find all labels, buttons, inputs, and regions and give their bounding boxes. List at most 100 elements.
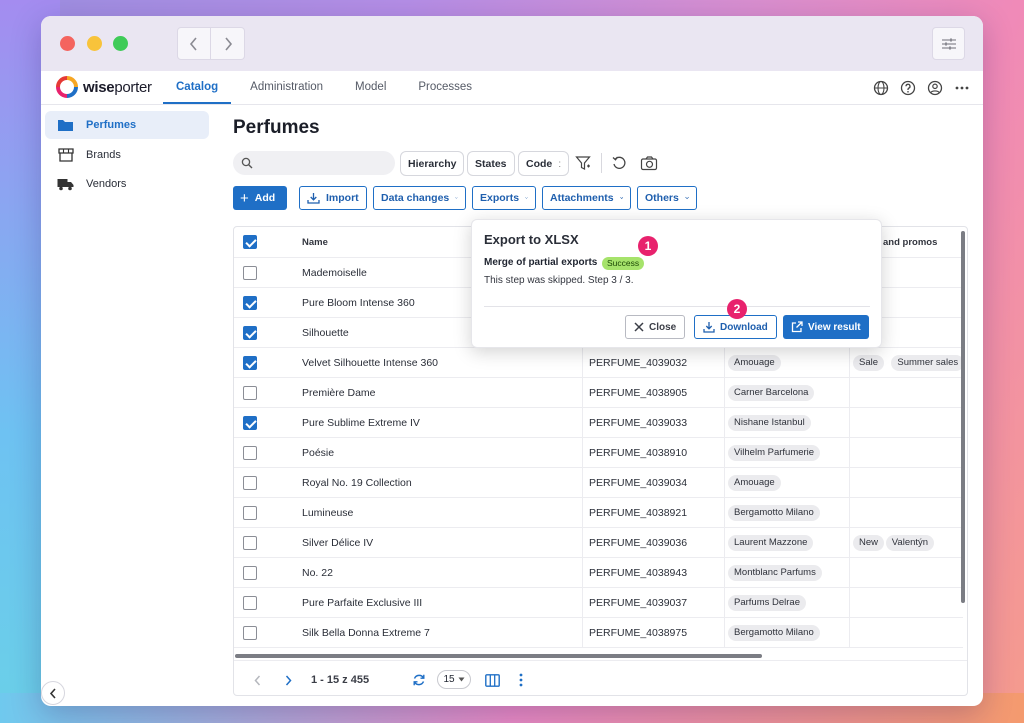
brand-tag[interactable]: Parfums Delrae (728, 595, 806, 611)
page-size-select[interactable]: 15 (437, 670, 471, 689)
help-icon[interactable] (898, 78, 917, 97)
column-divider (724, 348, 725, 378)
tab-processes[interactable]: Processes (405, 71, 485, 104)
promo-tag[interactable]: Summer sales (891, 355, 965, 371)
hierarchy-filter[interactable]: Hierarchy (400, 151, 465, 176)
settings-button[interactable] (932, 27, 965, 60)
cell-name: Silver Délice IV (302, 537, 374, 549)
brand-tag[interactable]: Montblanc Parfums (728, 565, 822, 581)
promo-tag[interactable]: Valentýn (885, 535, 935, 551)
brand-tag[interactable]: Amouage (728, 475, 781, 491)
row-checkbox[interactable] (243, 446, 257, 460)
add-button[interactable]: + Add (233, 186, 287, 210)
row-checkbox[interactable] (243, 326, 257, 340)
tab-catalog[interactable]: Catalog (163, 71, 232, 104)
more-vertical-icon[interactable] (517, 671, 525, 689)
states-label: States (475, 157, 507, 170)
import-button[interactable]: Import (299, 186, 367, 210)
column-header-promos[interactable]: and promos (883, 227, 937, 258)
search-input[interactable] (233, 151, 395, 175)
column-header-name[interactable]: Name (302, 227, 328, 258)
row-checkbox[interactable] (243, 266, 257, 280)
table-row[interactable]: Première Dame PERFUME_4038905 Carner Barce… (234, 378, 963, 408)
globe-icon[interactable] (871, 78, 890, 97)
step-badge-2: 2 (727, 299, 747, 319)
table-row[interactable]: Velvet Silhouette Intense 360 PERFUME_403… (234, 348, 965, 378)
previous-page-button[interactable] (250, 671, 264, 689)
page-size-value: 15 (443, 674, 455, 685)
chevron-left-icon (189, 36, 197, 51)
reset-icon[interactable] (610, 154, 628, 172)
horizontal-scrollbar[interactable] (235, 654, 762, 658)
cell-name: Silhouette (302, 327, 349, 339)
column-divider (849, 438, 850, 468)
next-page-button[interactable] (281, 671, 295, 689)
brand-tag[interactable]: Bergamotto Milano (728, 625, 820, 641)
states-filter[interactable]: States (467, 151, 515, 176)
row-checkbox[interactable] (243, 386, 257, 400)
code-filter[interactable]: Code: (518, 151, 570, 176)
more-horizontal-icon[interactable] (952, 78, 971, 97)
table-row[interactable]: Pure Parfaite Exclusive III PERFUME_40390… (234, 588, 963, 618)
add-label: Add (254, 192, 276, 204)
maximize-window-button[interactable] (113, 36, 128, 51)
row-checkbox[interactable] (243, 296, 257, 310)
account-icon[interactable] (925, 78, 944, 97)
column-divider (724, 378, 725, 408)
brand-tag[interactable]: Nishane Istanbul (728, 415, 811, 431)
view-result-button[interactable]: View result (783, 315, 869, 339)
sidebar-item-vendors[interactable]: Vendors (45, 170, 209, 198)
brand-tag[interactable]: Vilhelm Parfumerie (728, 445, 821, 461)
table-row[interactable]: Royal No. 19 Collection PERFUME_4039034 Am… (234, 468, 963, 498)
snapshot-icon[interactable] (640, 154, 658, 172)
browser-window: wiseporter Catalog Administration Model … (41, 16, 983, 706)
top-navigation: Catalog Administration Model Processes (163, 71, 491, 104)
table-row[interactable]: Pure Sublime Extreme IV PERFUME_4039033 Ni… (234, 408, 963, 438)
sidebar-item-brands[interactable]: Brands (45, 141, 209, 169)
table-row[interactable]: Silk Bella Donna Extreme 7 PERFUME_403897… (234, 618, 963, 648)
tab-model[interactable]: Model (342, 71, 399, 104)
row-checkbox[interactable] (243, 536, 257, 550)
code-sub: : (558, 157, 562, 170)
row-checkbox[interactable] (243, 596, 257, 610)
sidebar-item-perfumes[interactable]: Perfumes (45, 111, 209, 139)
row-checkbox[interactable] (243, 416, 257, 430)
cell-name: Première Dame (302, 387, 376, 399)
brand-tag[interactable]: Laurent Mazzone (728, 535, 814, 551)
sidebar-item-label: Perfumes (86, 119, 137, 131)
cell-name: Royal No. 19 Collection (302, 477, 412, 489)
refresh-icon[interactable] (411, 671, 427, 689)
brand-tag[interactable]: Carner Barcelona (728, 385, 815, 401)
row-checkbox[interactable] (243, 476, 257, 490)
others-dropdown[interactable]: Others (637, 186, 697, 210)
data-changes-dropdown[interactable]: Data changes (373, 186, 466, 210)
exports-dropdown[interactable]: Exports (472, 186, 536, 210)
row-checkbox[interactable] (243, 506, 257, 520)
row-checkbox[interactable] (243, 626, 257, 640)
row-checkbox[interactable] (243, 566, 257, 580)
forward-button[interactable] (211, 27, 245, 60)
close-window-button[interactable] (60, 36, 75, 51)
sidebar-collapse-button[interactable] (41, 681, 65, 705)
brand-tag[interactable]: Amouage (728, 355, 781, 371)
columns-icon[interactable] (484, 671, 501, 689)
row-checkbox[interactable] (243, 356, 257, 370)
caret-down-icon (458, 677, 465, 682)
table-row[interactable]: Poésie PERFUME_4038910 Vilhelm Parfumerie (234, 438, 963, 468)
table-row[interactable]: No. 22 PERFUME_4038943 Montblanc Parfums (234, 558, 963, 588)
attachments-dropdown[interactable]: Attachments (542, 186, 631, 210)
brand-tag[interactable]: Bergamotto Milano (728, 505, 820, 521)
logo[interactable]: wiseporter (56, 76, 152, 98)
table-row[interactable]: Silver Délice IV PERFUME_4039036 Laurent M… (234, 528, 963, 558)
table-row[interactable]: Lumineuse PERFUME_4038921 Bergamotto Milan… (234, 498, 963, 528)
promo-tag[interactable]: New (853, 535, 885, 551)
vertical-scrollbar[interactable] (961, 231, 965, 603)
promo-tag[interactable]: Sale (853, 355, 885, 371)
filter-icon[interactable] (574, 154, 592, 172)
back-button[interactable] (177, 27, 211, 60)
minimize-window-button[interactable] (87, 36, 102, 51)
close-button[interactable]: Close (625, 315, 686, 339)
select-all-checkbox[interactable] (243, 235, 257, 249)
tab-administration[interactable]: Administration (237, 71, 336, 104)
hierarchy-label: Hierarchy (408, 157, 457, 170)
